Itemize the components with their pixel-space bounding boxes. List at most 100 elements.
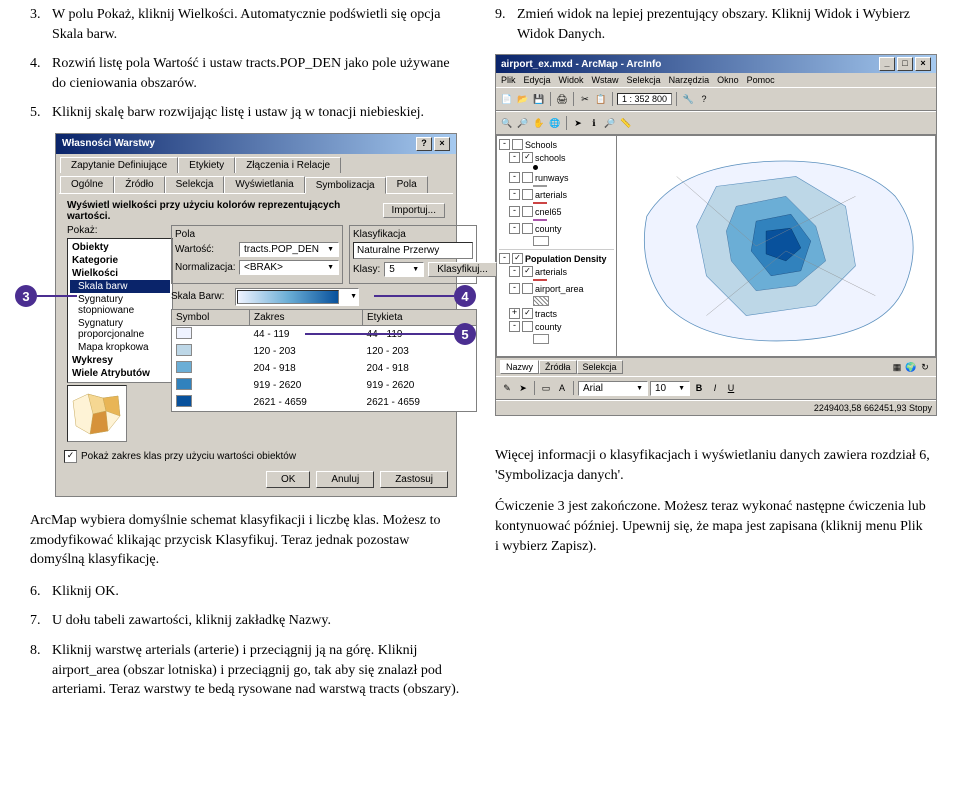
toc-item[interactable]: +✓tracts — [499, 307, 614, 320]
expand-icon[interactable]: - — [509, 283, 520, 294]
menu-item[interactable]: Selekcja — [627, 75, 661, 85]
toc-item[interactable] — [499, 333, 614, 345]
scale-input[interactable]: 1 : 352 800 — [617, 93, 672, 105]
expand-icon[interactable]: - — [509, 189, 520, 200]
new-icon[interactable]: 📄 — [500, 92, 514, 106]
toc-item[interactable] — [499, 295, 614, 307]
cancel-button[interactable]: Anuluj — [316, 471, 374, 488]
dialog-tab[interactable]: Etykiety — [178, 157, 235, 173]
expand-icon[interactable]: - — [509, 266, 520, 277]
show-panel-item[interactable]: Skala barw — [70, 280, 170, 293]
toc-item[interactable]: -Schools — [499, 138, 614, 151]
data-view-icon[interactable]: 🌍 — [904, 360, 918, 374]
toc-item[interactable]: -✓schools — [499, 151, 614, 164]
arcmap-toolbar-1[interactable]: 📄 📂 💾 🖨 ✂ 📋 1 : 352 800 🔧 ? — [496, 87, 936, 111]
normalization-dropdown[interactable]: <BRAK>▼ — [239, 260, 339, 275]
find-icon[interactable]: 🔎 — [603, 116, 617, 130]
measure-icon[interactable]: 📏 — [619, 116, 633, 130]
menu-item[interactable]: Okno — [717, 75, 739, 85]
toc-item[interactable]: -cnel65 — [499, 205, 614, 218]
dialog-tab[interactable]: Wyświetlania — [224, 176, 304, 193]
toc-item[interactable]: -arterials — [499, 188, 614, 201]
toc-item[interactable] — [499, 164, 614, 171]
expand-icon[interactable]: - — [499, 139, 510, 150]
arcmap-menubar[interactable]: PlikEdycjaWidokWstawSelekcjaNarzędziaOkn… — [496, 73, 936, 87]
dialog-tab[interactable]: Złączenia i Relacje — [235, 157, 341, 173]
expand-icon[interactable]: - — [509, 172, 520, 183]
import-button[interactable]: Importuj... — [383, 203, 445, 218]
table-row[interactable]: 919 - 2620919 - 2620 — [172, 377, 477, 394]
menu-item[interactable]: Edycja — [524, 75, 551, 85]
expand-icon[interactable]: + — [509, 308, 520, 319]
copy-icon[interactable]: 📋 — [594, 92, 608, 106]
expand-icon[interactable]: - — [509, 206, 520, 217]
toc-item[interactable]: -✓arterials — [499, 265, 614, 278]
text-icon[interactable]: A — [555, 381, 569, 395]
show-panel[interactable]: ObiektyKategorieWielkościSkala barwSygna… — [67, 238, 173, 383]
tool-icon[interactable]: 🔧 — [681, 92, 695, 106]
layer-checkbox[interactable] — [522, 283, 533, 294]
table-row[interactable]: 120 - 203120 - 203 — [172, 343, 477, 360]
help-icon[interactable]: ? — [697, 92, 711, 106]
arcmap-toolbar-2[interactable]: 🔍 🔎 ✋ 🌐 ➤ ℹ 🔎 📏 — [496, 111, 936, 135]
show-panel-item[interactable]: Sygnatury proporcjonalne — [70, 317, 170, 341]
pan-icon[interactable]: ✋ — [532, 116, 546, 130]
layer-checkbox[interactable] — [522, 223, 533, 234]
refresh-icon[interactable]: ↻ — [918, 360, 932, 374]
expand-icon[interactable]: - — [509, 321, 520, 332]
print-icon[interactable]: 🖨 — [555, 92, 569, 106]
show-panel-item[interactable]: Kategorie — [70, 254, 170, 267]
full-extent-icon[interactable]: 🌐 — [548, 116, 562, 130]
apply-button[interactable]: Zastosuj — [380, 471, 448, 488]
font-dropdown[interactable]: Arial▼ — [578, 381, 648, 396]
classes-dropdown[interactable]: 5▼ — [384, 262, 424, 277]
toc-item[interactable] — [499, 235, 614, 247]
italic-icon[interactable]: I — [708, 381, 722, 395]
menu-item[interactable]: Wstaw — [592, 75, 619, 85]
layout-view-icon[interactable]: ▦ — [890, 360, 904, 374]
close-icon[interactable]: × — [434, 137, 450, 151]
cut-icon[interactable]: ✂ — [578, 92, 592, 106]
dialog-tab[interactable]: Ogólne — [60, 176, 114, 193]
toc-item[interactable]: -runways — [499, 171, 614, 184]
ok-button[interactable]: OK — [266, 471, 310, 488]
layer-checkbox[interactable]: ✓ — [522, 152, 533, 163]
toc-item[interactable]: -airport_area — [499, 282, 614, 295]
dialog-tab[interactable]: Selekcja — [165, 176, 225, 193]
show-panel-item[interactable]: Sygnatury stopniowane — [70, 293, 170, 317]
dialog-tab[interactable]: Pola — [386, 176, 428, 193]
map-view[interactable] — [617, 136, 935, 356]
color-ramp-dropdown[interactable]: ▼ — [235, 288, 359, 306]
toc-item[interactable]: -✓Population Density — [499, 252, 614, 265]
underline-icon[interactable]: U — [724, 381, 738, 395]
open-icon[interactable]: 📂 — [516, 92, 530, 106]
rect-icon[interactable]: ▭ — [539, 381, 553, 395]
show-panel-item[interactable]: Mapa kropkowa — [70, 341, 170, 354]
close-icon[interactable]: × — [915, 57, 931, 71]
dialog-tab[interactable]: Zapytanie Definiujące — [60, 157, 178, 173]
layer-checkbox[interactable] — [522, 172, 533, 183]
table-header[interactable]: Symbol — [172, 309, 250, 325]
font-size-dropdown[interactable]: 10▼ — [650, 381, 690, 396]
layer-checkbox[interactable] — [522, 321, 533, 332]
classify-button[interactable]: Klasyfikuj... — [428, 262, 497, 277]
dialog-tab[interactable]: Symbolizacja — [305, 177, 386, 194]
expand-icon[interactable]: - — [509, 152, 520, 163]
show-panel-item[interactable]: Obiekty — [70, 241, 170, 254]
arcmap-drawing-toolbar[interactable]: ✎ ➤ ▭ A Arial▼ 10▼ B I U — [496, 376, 936, 400]
table-header[interactable]: Zakres — [249, 309, 362, 325]
toc-item[interactable]: -county — [499, 222, 614, 235]
identify-icon[interactable]: ℹ — [587, 116, 601, 130]
menu-item[interactable]: Narzędzia — [669, 75, 710, 85]
maximize-icon[interactable]: □ — [897, 57, 913, 71]
layer-checkbox[interactable] — [522, 189, 533, 200]
bold-icon[interactable]: B — [692, 381, 706, 395]
layer-checkbox[interactable]: ✓ — [522, 308, 533, 319]
layer-checkbox[interactable]: ✓ — [512, 253, 523, 264]
menu-item[interactable]: Plik — [501, 75, 516, 85]
table-row[interactable]: 2621 - 46592621 - 4659 — [172, 394, 477, 412]
toc-bottom-tab[interactable]: Źródła — [539, 360, 577, 374]
pointer-icon[interactable]: ➤ — [516, 381, 530, 395]
layer-checkbox[interactable] — [512, 139, 523, 150]
expand-icon[interactable]: - — [499, 253, 510, 264]
